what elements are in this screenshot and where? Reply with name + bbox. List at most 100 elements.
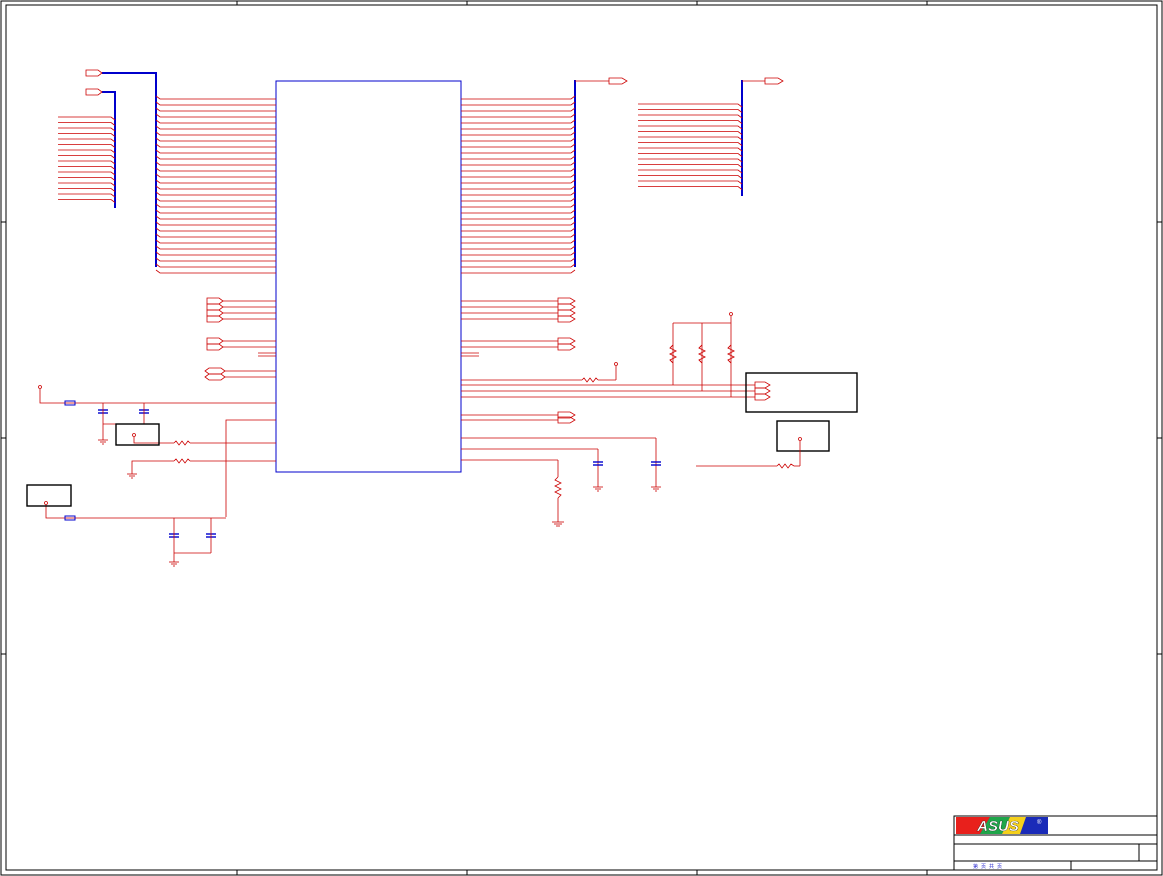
net-line: [461, 197, 576, 202]
net-line: [638, 169, 743, 174]
net-line: [461, 125, 576, 130]
net-line: [461, 113, 576, 118]
net-line: [155, 173, 276, 178]
net-line: [58, 116, 116, 121]
net-line: [155, 185, 276, 190]
crystal-box: [115, 423, 160, 446]
net-line: [155, 191, 276, 196]
net-line: [155, 113, 276, 118]
connector-box-right: [745, 372, 858, 413]
net-line: [155, 167, 276, 172]
net-line: [638, 109, 743, 113]
net-line: [461, 107, 576, 112]
net-line: [58, 122, 116, 126]
net-line: [155, 197, 276, 202]
net-line: [155, 107, 276, 112]
net-line: [155, 101, 276, 106]
connector-box-small: [776, 420, 830, 452]
net-line: [461, 167, 576, 172]
net-line: [461, 155, 576, 160]
net-line: [638, 147, 743, 152]
net-line: [155, 203, 276, 208]
net-line: [461, 251, 576, 256]
net-line: [155, 161, 276, 166]
small-box-net: [696, 437, 802, 469]
net-right-bus: [461, 95, 576, 274]
net-line: [461, 269, 576, 274]
net-line: [461, 245, 576, 250]
net-line: [461, 227, 576, 232]
clock-circuit-left: [38, 385, 276, 567]
net-line: [155, 137, 276, 142]
net-line: [461, 221, 576, 226]
net-line: [638, 153, 743, 157]
net-line: [58, 182, 116, 187]
net-line: [58, 166, 116, 170]
net-line: [461, 263, 576, 268]
jumper-markers: [64, 400, 76, 521]
net-line: [461, 173, 576, 178]
net-line: [461, 179, 576, 184]
net-line: [461, 191, 576, 196]
off-page-connectors: [85, 69, 784, 96]
sheet-note: 第 页 共 页: [973, 863, 1002, 870]
net-line: [58, 144, 116, 148]
net-line: [155, 233, 276, 238]
net-line: [638, 158, 743, 163]
net-line: [155, 245, 276, 250]
net-line: [638, 125, 743, 130]
net-line: [638, 114, 743, 119]
net-line: [155, 179, 276, 184]
net-left-bus: [155, 95, 276, 274]
net-line: [155, 221, 276, 226]
net-line: [155, 215, 276, 220]
net-line: [58, 199, 116, 203]
oscillator-box: [26, 484, 72, 507]
net-line: [155, 155, 276, 160]
ic-lower-right-net: [461, 437, 661, 527]
net-far-right-bus: [638, 103, 743, 190]
net-far-left-bus: [58, 116, 116, 203]
net-line: [58, 160, 116, 165]
net-line: [638, 120, 743, 124]
net-line: [58, 155, 116, 159]
net-line: [155, 257, 276, 262]
net-line: [58, 188, 116, 192]
net-line: [461, 185, 576, 190]
net-line: [638, 142, 743, 146]
net-line: [461, 203, 576, 208]
net-line: [638, 186, 743, 190]
svg-text:®: ®: [1037, 819, 1042, 826]
net-line: [155, 125, 276, 130]
net-line: [461, 149, 576, 154]
net-line: [155, 239, 276, 244]
net-line: [638, 131, 743, 135]
net-line: [155, 251, 276, 256]
net-line: [155, 131, 276, 136]
net-line: [155, 263, 276, 268]
net-line: [155, 209, 276, 214]
net-line: [638, 180, 743, 185]
pullup-network: [461, 312, 771, 401]
net-line: [461, 209, 576, 214]
net-line: [58, 127, 116, 132]
net-line: [638, 164, 743, 168]
net-line: [461, 143, 576, 148]
net-line: [155, 143, 276, 148]
net-line: [155, 269, 276, 274]
net-line: [155, 119, 276, 124]
net-line: [155, 95, 276, 100]
main-ic-body: [275, 80, 462, 473]
net-line: [58, 171, 116, 176]
net-line: [461, 215, 576, 220]
net-line: [638, 103, 743, 108]
net-line: [461, 131, 576, 136]
net-line: [461, 257, 576, 262]
net-line: [461, 95, 576, 100]
net-line: [58, 177, 116, 181]
net-line: [58, 149, 116, 154]
net-line: [638, 136, 743, 141]
net-line: [58, 193, 116, 198]
net-line: [461, 119, 576, 124]
net-line: [155, 227, 276, 232]
